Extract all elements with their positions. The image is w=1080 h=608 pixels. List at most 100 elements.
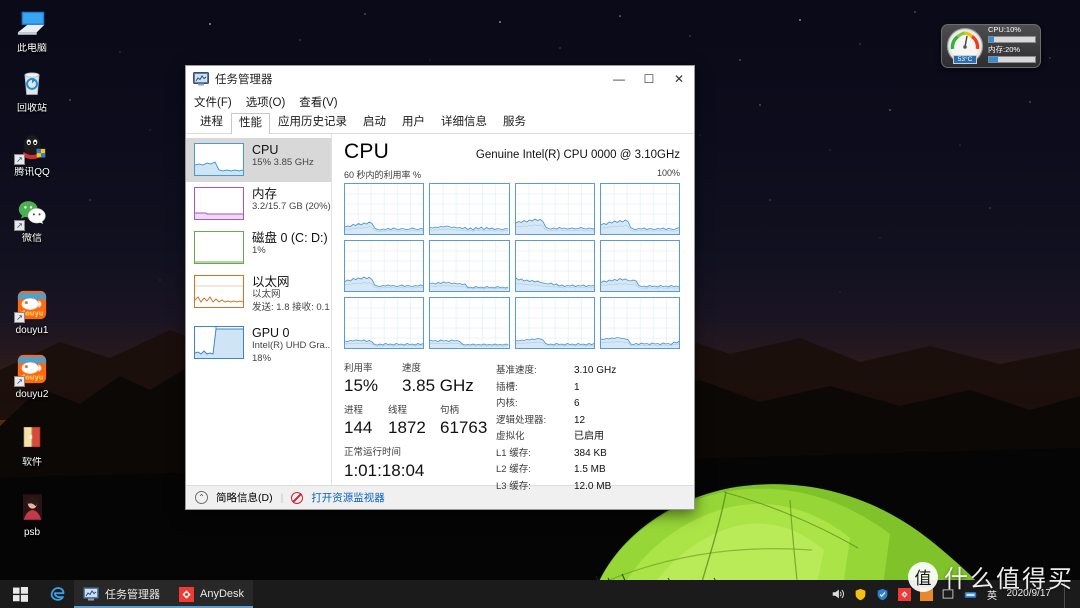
spec-value: 12 xyxy=(574,414,586,426)
close-button[interactable]: ✕ xyxy=(664,66,694,92)
cpu-statistics: 利用率 15% 速度 3.85 GHz 进程 144 线程 1872 句柄 61… xyxy=(344,363,680,495)
desktop-icon-label: 回收站 xyxy=(17,103,47,114)
sidebar-item-gpu[interactable]: GPU 0 Intel(R) UHD Gra... 18% xyxy=(186,321,331,372)
stat-value: 1872 xyxy=(388,417,426,437)
gadget-mem-label: 内存:20% xyxy=(988,45,1021,54)
logical-processor-graph[interactable] xyxy=(514,297,595,349)
logical-processor-graph[interactable] xyxy=(599,240,680,292)
anydesk-tray-icon[interactable] xyxy=(897,587,912,602)
menu-options[interactable]: 选项(O) xyxy=(246,94,286,110)
system-monitor-gadget[interactable]: 53°C CPU:10% 内存:20% xyxy=(941,24,1041,68)
cpu-model-label: Genuine Intel(R) CPU 0000 @ 3.10GHz xyxy=(475,149,680,161)
clock[interactable]: 2020/9/17 xyxy=(1007,588,1058,601)
logical-processor-graph[interactable] xyxy=(599,183,680,235)
tab-processes[interactable]: 进程 xyxy=(192,112,231,133)
stat-processes: 进程 144 xyxy=(344,405,388,439)
taskbar-app-taskmanager[interactable]: 任务管理器 xyxy=(74,580,169,608)
sidebar-item-cpu[interactable]: CPU 15% 3.85 GHz xyxy=(186,138,331,182)
resource-monitor-icon xyxy=(291,491,304,504)
logical-processor-graph[interactable] xyxy=(429,183,510,235)
shield-yellow-icon[interactable] xyxy=(853,587,868,602)
logical-processor-graph[interactable] xyxy=(599,297,680,349)
sidebar-item-sub: 以太网 xyxy=(252,289,281,301)
desktop-icon-psb-image[interactable]: psb xyxy=(2,490,62,539)
fewer-details-button[interactable]: 简略信息(D) xyxy=(216,490,273,505)
memory-thumbnail-graph xyxy=(194,187,244,220)
tab-services[interactable]: 服务 xyxy=(495,112,534,133)
logical-processor-graph[interactable] xyxy=(429,297,510,349)
spec-key: 插槽: xyxy=(496,381,518,393)
sidebar-memory-text: 内存 3.2/15.7 GB (20%) xyxy=(252,187,331,214)
table-row: 内核: 6 xyxy=(496,396,616,413)
stat-caption: 速度 xyxy=(402,363,422,374)
wechat-icon: ↗ xyxy=(14,196,49,231)
sidebar-ethernet-text: 以太网 以太网 发送: 1.8 接收: 0.1 Mb xyxy=(252,275,331,315)
desktop-icon-wechat[interactable]: ↗ 微信 xyxy=(2,196,62,245)
sidebar-item-sub2: 发送: 1.8 接收: 0.1 Mb xyxy=(252,302,331,314)
desktop-icon-label: douyu2 xyxy=(15,389,49,400)
minimize-button[interactable]: — xyxy=(604,66,634,92)
shield-blue-icon[interactable] xyxy=(875,587,890,602)
gadget-cpu-bar xyxy=(988,36,1036,43)
task-manager-window[interactable]: 任务管理器 — ☐ ✕ 文件(F) 选项(O) 查看(V) 进程 性能 应用历史… xyxy=(185,65,695,510)
logical-processor-graph[interactable] xyxy=(344,297,425,349)
logical-processor-graph-grid[interactable] xyxy=(344,183,680,349)
start-button[interactable] xyxy=(0,580,40,608)
desktop-icon-douyu2[interactable]: douyu ↗ douyu2 xyxy=(2,352,62,401)
ime-indicator[interactable]: 英 xyxy=(985,587,1000,602)
volume-icon[interactable] xyxy=(831,587,846,602)
tab-users[interactable]: 用户 xyxy=(394,112,433,133)
desktop-icon-software-folder[interactable]: 软件 xyxy=(2,420,62,469)
spec-value: 12.0 MB xyxy=(574,480,612,492)
taskbar-app-anydesk[interactable]: AnyDesk xyxy=(169,580,254,608)
desktop-icon-label: 此电脑 xyxy=(17,43,47,54)
maximize-button[interactable]: ☐ xyxy=(634,66,664,92)
shortcut-arrow-icon: ↗ xyxy=(14,154,25,165)
show-desktop-button[interactable] xyxy=(1064,580,1072,608)
desktop-icon-qq[interactable]: ↗ 腾讯QQ xyxy=(2,130,62,179)
graph-caption-left: 60 秒内的利用率 % xyxy=(344,170,422,180)
desktop-icon-recycle-bin[interactable]: 回收站 xyxy=(2,66,62,115)
taskbar-app-edge[interactable] xyxy=(40,580,74,608)
table-row: L3 缓存: 12.0 MB xyxy=(496,479,616,496)
stat-value: 3.85 GHz xyxy=(402,376,474,396)
graph-caption-right: 100% xyxy=(656,168,680,178)
tab-details[interactable]: 详细信息 xyxy=(433,112,495,133)
sidebar-item-memory[interactable]: 内存 3.2/15.7 GB (20%) xyxy=(186,182,331,226)
anydesk-icon xyxy=(178,586,194,602)
menu-view[interactable]: 查看(V) xyxy=(299,94,337,110)
table-row: 逻辑处理器: 12 xyxy=(496,413,616,430)
taskbar-app-label: 任务管理器 xyxy=(105,589,160,601)
orange-square-icon[interactable] xyxy=(919,587,934,602)
tab-app-history[interactable]: 应用历史记录 xyxy=(270,112,355,133)
stat-speed: 速度 3.85 GHz xyxy=(402,363,474,397)
network-icon[interactable] xyxy=(963,587,978,602)
spec-key: 虚拟化 xyxy=(496,431,525,442)
tab-performance[interactable]: 性能 xyxy=(231,113,270,134)
system-tray[interactable]: 英 2020/9/17 xyxy=(831,580,1080,608)
sidebar-item-disk[interactable]: 磁盘 0 (C: D:) 1% xyxy=(186,226,331,270)
logical-processor-graph[interactable] xyxy=(514,240,595,292)
window-titlebar[interactable]: 任务管理器 — ☐ ✕ xyxy=(186,66,694,92)
performance-sidebar[interactable]: CPU 15% 3.85 GHz 内存 3.2/15.7 GB (20%) 磁盘… xyxy=(186,134,332,485)
disk-thumbnail-graph xyxy=(194,231,244,264)
logical-processor-graph[interactable] xyxy=(344,183,425,235)
computer-icon xyxy=(15,6,49,40)
sidebar-item-label: 内存 xyxy=(252,187,278,201)
logical-processor-graph[interactable] xyxy=(514,183,595,235)
sidebar-item-ethernet[interactable]: 以太网 以太网 发送: 1.8 接收: 0.1 Mb xyxy=(186,270,331,321)
desktop-icon-douyu1[interactable]: douyu ↗ douyu1 xyxy=(2,288,62,337)
douyu-icon: douyu ↗ xyxy=(14,352,49,387)
desktop-icon-computer[interactable]: 此电脑 xyxy=(2,6,62,55)
windows-taskbar[interactable]: 任务管理器 AnyDesk 英 2020/9/17 xyxy=(0,580,1080,608)
tab-startup[interactable]: 启动 xyxy=(355,112,394,133)
tab-bar[interactable]: 进程 性能 应用历史记录 启动 用户 详细信息 服务 xyxy=(186,112,694,134)
menu-file[interactable]: 文件(F) xyxy=(194,94,232,110)
logical-processor-graph[interactable] xyxy=(344,240,425,292)
logical-processor-graph[interactable] xyxy=(429,240,510,292)
sidebar-gpu-text: GPU 0 Intel(R) UHD Gra... 18% xyxy=(252,326,331,366)
menu-bar[interactable]: 文件(F) 选项(O) 查看(V) xyxy=(186,92,694,112)
cpu-detail-pane: CPU Genuine Intel(R) CPU 0000 @ 3.10GHz … xyxy=(332,134,694,492)
window-icon[interactable] xyxy=(941,587,956,602)
chevron-up-icon[interactable]: ⌃ xyxy=(195,491,208,504)
